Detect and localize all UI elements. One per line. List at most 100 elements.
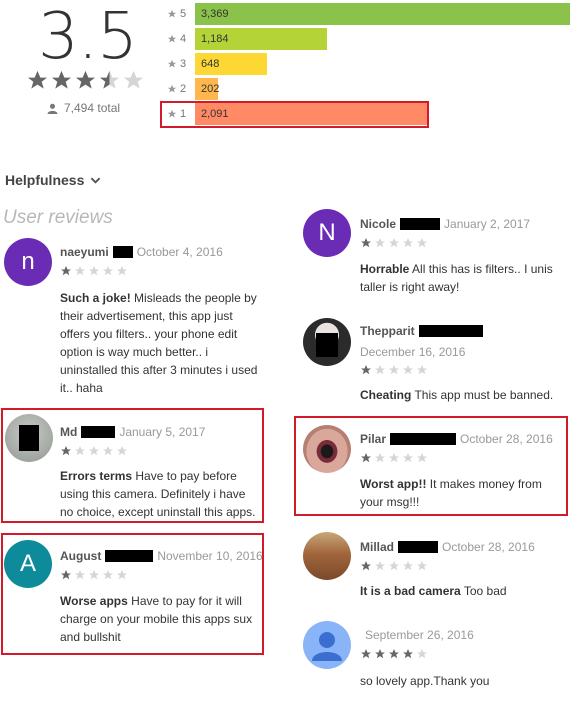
star-icon [389, 561, 399, 571]
histogram-star-label: 4 [180, 33, 187, 45]
redaction [418, 325, 483, 337]
histogram-bar: 202 [195, 78, 219, 100]
review-stars [360, 237, 428, 249]
reviewer-name: Nicole [360, 217, 397, 231]
review-date: January 5, 2017 [119, 425, 206, 439]
avatar: n [4, 238, 52, 286]
histogram-row-5: 5 3,369 [165, 2, 575, 26]
redaction [390, 433, 457, 445]
star-icon [75, 266, 85, 276]
person-icon [47, 103, 58, 114]
avatar: A [4, 540, 52, 588]
review-text: Such a joke! Misleads the people by thei… [60, 289, 260, 397]
review-date: November 10, 2016 [157, 549, 263, 563]
star-icon [167, 9, 177, 18]
avatar-redaction [316, 333, 338, 357]
histogram-count: 1,184 [201, 33, 229, 45]
avatar-initial: A [19, 550, 36, 577]
histogram-star-label: 5 [180, 8, 187, 20]
review-stars [60, 569, 128, 581]
review-title: Worst app!! [360, 477, 427, 491]
star-icon [389, 649, 399, 659]
review-title: Worse apps [60, 594, 128, 608]
review-body: so lovely app.Thank you [360, 674, 490, 688]
histogram-count: 648 [201, 58, 220, 70]
star-icon [417, 238, 427, 248]
star-icon [417, 453, 427, 463]
star-icon [375, 561, 385, 571]
star-icon [51, 70, 72, 89]
histogram-bar: 648 [195, 53, 267, 75]
review-header: August November 10, 2016 [60, 549, 263, 563]
star-icon [167, 84, 177, 93]
star-icon [75, 570, 85, 580]
star-icon [103, 570, 113, 580]
star-icon [361, 649, 371, 659]
star-icon [417, 365, 427, 375]
one-star-highlight [160, 101, 429, 128]
review-date-row: December 16, 2016 [360, 345, 465, 359]
review-stars [360, 364, 428, 376]
star-icon [403, 238, 413, 248]
total-ratings-label: 7,494 total [64, 101, 121, 115]
star-icon [417, 649, 427, 659]
reviewer-name: naeyumi [60, 245, 109, 259]
avatar [5, 414, 53, 462]
review-text: Horrable All this has is filters.. I uni… [360, 260, 570, 296]
star-icon [27, 70, 48, 89]
review-header: Pilar October 28, 2016 [360, 432, 553, 446]
review-title: Cheating [360, 388, 412, 402]
star-icon [417, 561, 427, 571]
avatar: N [303, 209, 351, 257]
star-icon [61, 446, 71, 456]
review-date: December 16, 2016 [360, 345, 466, 359]
star-icon [117, 266, 127, 276]
review-date: October 28, 2016 [460, 432, 553, 446]
star-icon [89, 570, 99, 580]
histogram-row-3: 3 648 [165, 52, 575, 76]
review-text: Worse apps Have to pay for it will charg… [60, 592, 260, 646]
review-text: so lovely app.Thank you [360, 672, 565, 690]
star-icon [389, 238, 399, 248]
review-text: Worst app!! It makes money from your msg… [360, 475, 565, 511]
chevron-down-icon [91, 177, 101, 184]
avatar [303, 425, 351, 473]
star-icon [389, 453, 399, 463]
review-body: This app must be banned. [414, 388, 554, 402]
star-icon [89, 266, 99, 276]
star-icon [103, 266, 113, 276]
star-icon [117, 570, 127, 580]
redaction [105, 550, 154, 562]
review-header: Thepparit [360, 324, 487, 338]
user-reviews-heading: User reviews [3, 207, 113, 228]
star-icon [103, 446, 113, 456]
avatar-redaction [19, 425, 39, 451]
star-icon [375, 238, 385, 248]
review-title: Such a joke! [60, 291, 131, 305]
reviewer-name: August [60, 549, 102, 563]
review-title: Horrable [360, 262, 410, 276]
review-date: January 2, 2017 [444, 217, 531, 231]
review-header: Md January 5, 2017 [60, 425, 205, 439]
review-date: September 26, 2016 [365, 628, 474, 642]
star-icon [361, 561, 371, 571]
avatar [303, 318, 351, 366]
review-stars [360, 452, 428, 464]
redaction [398, 541, 439, 553]
star-icon [403, 649, 413, 659]
star-icon [89, 446, 99, 456]
star-icon [403, 365, 413, 375]
redaction [81, 426, 116, 438]
review-title: It is a bad camera [360, 584, 461, 598]
helpfulness-sort[interactable]: Helpfulness [5, 172, 101, 188]
histogram-bar: 1,184 [195, 28, 327, 50]
helpfulness-label: Helpfulness [5, 172, 85, 188]
review-body: Too bad [463, 584, 507, 598]
review-text: Cheating This app must be banned. [360, 386, 570, 404]
star-icon [389, 365, 399, 375]
average-rating: 3.5 [38, 0, 138, 74]
average-rating-stars [26, 69, 145, 92]
avatar [303, 532, 351, 580]
star-icon [403, 561, 413, 571]
histogram-row-4: 4 1,184 [165, 27, 575, 51]
